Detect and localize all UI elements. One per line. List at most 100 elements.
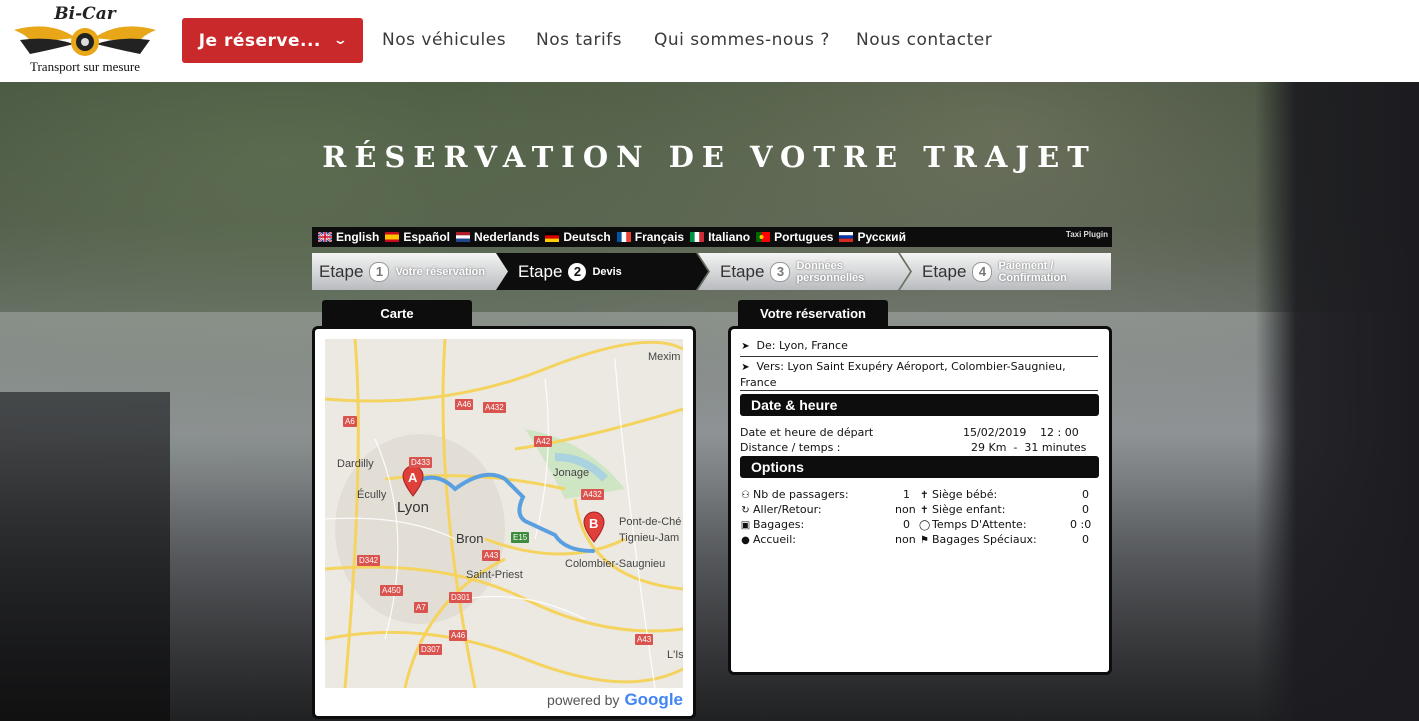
netherlands-flag-icon [456, 232, 471, 242]
lang-francais[interactable]: Français [616, 230, 685, 244]
arrow-circle-right-icon: ➤ [741, 362, 750, 373]
booking-steps: Etape 1 Votre réservation Etape 2 Devis … [312, 253, 1111, 290]
step-word: Etape [720, 261, 765, 281]
distance-value: 29 Km - 31 minutes [971, 441, 1087, 454]
step-4[interactable]: Etape 4 Paiement / Confirmation [900, 253, 1111, 290]
lang-label: Nederlands [474, 230, 540, 244]
taxi-plugin-label: Taxi Plugin [1065, 230, 1108, 239]
option-passengers: ⚇ Nb de passagers: [740, 488, 849, 501]
road-label: D307 [419, 644, 443, 655]
divider [740, 390, 1098, 391]
step-2[interactable]: Etape 2 Devis [496, 253, 708, 290]
option-value: 0 [1082, 488, 1089, 501]
option-value: 0 [1082, 503, 1089, 516]
nav-contact[interactable]: Nous contacter [856, 30, 992, 50]
powered-by-text: powered by [547, 692, 620, 708]
google-attribution[interactable]: powered by Google [325, 688, 683, 712]
step-label: Votre réservation [395, 265, 486, 278]
nav-qui-sommes-nous[interactable]: Qui sommes-nous ? [654, 30, 830, 50]
route-map[interactable]: A B Lyon Bron Dardilly Écully Jonage Sai… [325, 339, 683, 688]
lang-italiano[interactable]: Italiano [690, 230, 750, 244]
option-label: Siège bébé: [932, 488, 998, 501]
step-word: Etape [518, 261, 563, 281]
lang-label: Español [403, 230, 451, 244]
option-welcome: ● Accueil: [740, 533, 796, 546]
option-label: Bagages Spéciaux: [932, 533, 1037, 546]
departure-label: Date et heure de départ [740, 426, 874, 439]
google-logo: Google [624, 690, 683, 709]
france-flag-icon [616, 232, 631, 242]
top-header: Bi-Car Transport sur mesure Je réserve..… [0, 0, 1419, 82]
lang-portugues[interactable]: Portugues [756, 230, 833, 244]
map-place-saint-priest: Saint-Priest [466, 569, 523, 581]
departure-date: 15/02/2019 [963, 426, 1027, 439]
option-label: Temps D'Attente: [932, 518, 1027, 531]
road-label: E15 [511, 532, 530, 543]
reserve-dropdown-button[interactable]: Je réserve... ⌄ [182, 18, 363, 63]
distance-label: Distance / temps : [740, 441, 841, 454]
to-text: Vers: Lyon Saint Exupéry Aéroport, Colom… [740, 360, 1066, 389]
road-label: D301 [449, 592, 473, 603]
option-value: non [895, 503, 916, 516]
option-special-luggage: ⚑ Bagages Spéciaux: [919, 533, 1037, 546]
germany-flag-icon [545, 232, 560, 242]
lang-label: English [336, 230, 380, 244]
map-place-colombier: Colombier-Saugnieu [565, 558, 666, 570]
road-label: A432 [483, 402, 506, 413]
road-label: A42 [534, 436, 553, 447]
option-label: Accueil: [753, 533, 796, 546]
option-value: 1 [903, 488, 910, 501]
marker-b-label: B [589, 516, 599, 531]
map-place-meximieux: Mexim [648, 351, 681, 363]
option-baby-seat: ✝ Siège bébé: [919, 488, 997, 501]
step-label: Paiement / Confirmation [998, 259, 1067, 284]
lang-deutsch[interactable]: Deutsch [545, 230, 611, 244]
step-1[interactable]: Etape 1 Votre réservation [312, 253, 510, 290]
step-3[interactable]: Etape 3 Données personnelles [698, 253, 910, 290]
clock-icon: ◯ [919, 520, 931, 531]
bi-car-logo[interactable]: Bi-Car Transport sur mesure [10, 2, 160, 78]
step-number: 2 [568, 262, 587, 281]
hero-chauffeur-photo [1255, 82, 1419, 721]
step-word: Etape [922, 261, 967, 281]
road-label: A6 [343, 416, 357, 427]
briefcase-icon: ▣ [740, 520, 751, 531]
road-label: A46 [449, 630, 468, 641]
divider [740, 356, 1098, 357]
step-label: Données personnelles [796, 259, 865, 284]
lang-espanol[interactable]: Español [385, 230, 450, 244]
reservation-tab[interactable]: Votre réservation [738, 300, 888, 326]
russia-flag-icon [839, 232, 854, 242]
lang-nederlands[interactable]: Nederlands [456, 230, 539, 244]
date-section-header: Date & heure [740, 394, 1099, 416]
step-number: 4 [972, 261, 993, 282]
map-place-ecully: Écully [357, 489, 387, 501]
hero-car-photo [0, 312, 1419, 721]
road-label: A7 [414, 602, 428, 613]
user-icon: ● [741, 535, 750, 546]
road-label: D433 [409, 457, 433, 468]
nav-vehicules[interactable]: Nos véhicules [382, 30, 506, 50]
step-label: Devis [592, 265, 622, 278]
map-place-tignieu: Tignieu-Jam [619, 532, 680, 544]
step-number: 3 [770, 261, 791, 282]
lang-label: Deutsch [563, 230, 611, 244]
lang-english[interactable]: English [318, 230, 379, 244]
logo-title: Bi-Car [54, 4, 116, 24]
from-line: ➤ De: Lyon, France [740, 339, 1098, 352]
map-place-dardilly: Dardilly [337, 458, 374, 470]
map-tab[interactable]: Carte [322, 300, 472, 326]
from-text: De: Lyon, France [756, 339, 848, 352]
option-value: 0 [1082, 533, 1089, 546]
map-roads-layer [325, 339, 683, 688]
child-icon: ✝ [920, 505, 929, 516]
departure-time: 12 : 00 [1040, 426, 1079, 439]
road-label: A43 [635, 634, 654, 645]
road-label: A43 [482, 550, 501, 561]
reserve-label: Je réserve... [198, 30, 321, 51]
lang-russkiy[interactable]: Русский [839, 230, 906, 244]
lang-label: Français [634, 230, 685, 244]
option-child-seat: ✝ Siège enfant: [919, 503, 1005, 516]
road-label: A432 [581, 489, 604, 500]
nav-tarifs[interactable]: Nos tarifs [536, 30, 622, 50]
